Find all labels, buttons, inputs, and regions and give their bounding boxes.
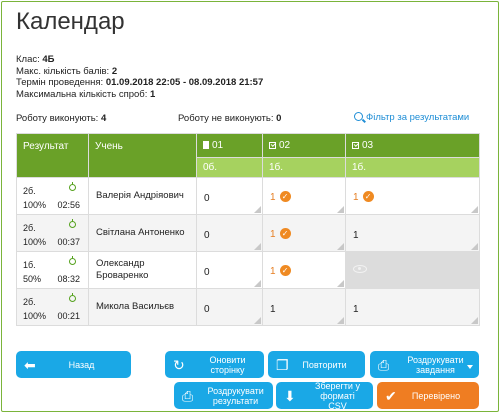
score-cell[interactable]: 0 bbox=[196, 214, 263, 252]
download-icon: ⬇ bbox=[284, 387, 296, 404]
task-max-03: 1б. bbox=[345, 157, 480, 178]
test-info: Клас: 4Б Макс. кількість балів: 2 Термін… bbox=[16, 54, 263, 100]
score-cell[interactable]: 0 bbox=[196, 177, 263, 215]
term-info: Термін проведення: 01.09.2018 22:05 - 08… bbox=[16, 77, 264, 88]
task-header-02[interactable]: 02 bbox=[262, 133, 346, 158]
print-tasks-button[interactable]: ⎙ Роздрукувати завдання bbox=[370, 351, 479, 378]
score-cell[interactable]: 0 bbox=[196, 288, 263, 326]
score-cell[interactable]: 1 ✓ bbox=[345, 177, 480, 215]
column-header-result[interactable]: Результат bbox=[16, 133, 89, 178]
result-cell: 2б. 100% 00:37 bbox=[16, 214, 89, 252]
task-max-01: 0б. bbox=[196, 157, 263, 178]
timer-icon bbox=[69, 219, 76, 228]
max-score-info: Макс. кількість балів: 2 bbox=[16, 65, 118, 77]
table-row: 2б. 100% 00:37 Світлана Антоненко 0 1 ✓ 1 bbox=[16, 214, 480, 252]
printer-icon: ⎙ bbox=[182, 387, 194, 404]
checked-icon: ✓ bbox=[362, 191, 374, 202]
checkbox-icon bbox=[269, 142, 276, 149]
resize-corner-icon bbox=[254, 317, 261, 324]
checked-button[interactable]: ✔ Перевірено bbox=[377, 382, 479, 409]
checked-icon: ✓ bbox=[279, 191, 291, 202]
refresh-button[interactable]: ↻ Оновити сторінку bbox=[165, 351, 264, 378]
repeat-button[interactable]: ❐ Повторити bbox=[268, 351, 365, 378]
resize-corner-icon bbox=[337, 206, 344, 213]
task-max-02: 1б. bbox=[262, 157, 346, 178]
score-cell[interactable]: 1 ✓ bbox=[262, 214, 346, 252]
student-name[interactable]: Валерія Андріяович bbox=[88, 177, 197, 215]
doing-count: Роботу виконують: 4 bbox=[16, 113, 107, 124]
refresh-icon: ↻ bbox=[173, 356, 185, 373]
resize-corner-icon bbox=[471, 317, 478, 324]
table-row: 2б. 100% 02:56 Валерія Андріяович 0 1 ✓ 1 ✓ bbox=[16, 177, 480, 215]
table-row: 1б. 50% 08:32 Олександр Броваренко 0 1 ✓ bbox=[16, 251, 480, 289]
checked-icon: ✓ bbox=[279, 265, 291, 276]
result-cell: 2б. 100% 00:21 bbox=[16, 288, 89, 326]
checkbox-icon bbox=[352, 142, 359, 149]
printer-icon: ⎙ bbox=[378, 356, 390, 373]
print-results-button[interactable]: ⎙ Роздрукувати результати bbox=[174, 382, 273, 409]
score-cell[interactable]: 0 bbox=[196, 251, 263, 289]
search-icon bbox=[354, 112, 363, 121]
not-doing-count: Роботу не виконують: 0 bbox=[178, 113, 282, 124]
score-cell[interactable]: 1 bbox=[345, 288, 480, 326]
resize-corner-icon bbox=[337, 280, 344, 287]
class-info: Клас: 4Б bbox=[16, 54, 55, 65]
resize-corner-icon bbox=[254, 206, 261, 213]
column-header-student[interactable]: Учень bbox=[88, 133, 197, 178]
filter-results-link[interactable]: Фільтр за результатами bbox=[354, 112, 469, 123]
page-frame: Календар Клас: 4Б Макс. кількість балів:… bbox=[1, 1, 499, 412]
attempts-info: Максимальна кількість спроб: 1 bbox=[16, 88, 156, 100]
timer-icon bbox=[69, 293, 76, 302]
score-cell-not-submitted[interactable] bbox=[345, 251, 480, 289]
score-cell[interactable]: 1 ✓ bbox=[262, 177, 346, 215]
arrow-left-icon: ⬅ bbox=[24, 356, 36, 373]
copy-icon: ❐ bbox=[276, 356, 289, 373]
check-icon: ✔ bbox=[385, 387, 397, 404]
chevron-down-icon bbox=[467, 364, 473, 369]
resize-corner-icon bbox=[337, 317, 344, 324]
table-row: 2б. 100% 00:21 Микола Васильєв 0 1 1 bbox=[16, 288, 480, 326]
student-name[interactable]: Світлана Антоненко bbox=[88, 214, 197, 252]
score-cell[interactable]: 1 bbox=[262, 288, 346, 326]
resize-corner-icon bbox=[337, 243, 344, 250]
task-header-03[interactable]: 03 bbox=[345, 133, 480, 158]
page-icon bbox=[203, 141, 209, 149]
page-title: Календар bbox=[16, 8, 125, 35]
result-cell: 1б. 50% 08:32 bbox=[16, 251, 89, 289]
student-name[interactable]: Микола Васильєв bbox=[88, 288, 197, 326]
student-name[interactable]: Олександр Броваренко bbox=[88, 251, 197, 289]
resize-corner-icon bbox=[254, 280, 261, 287]
timer-icon bbox=[69, 256, 76, 265]
task-header-01[interactable]: 01 bbox=[196, 133, 263, 158]
score-cell[interactable]: 1 ✓ bbox=[262, 251, 346, 289]
save-csv-button[interactable]: ⬇ Зберегти у форматі CSV bbox=[276, 381, 373, 411]
resize-corner-icon bbox=[254, 243, 261, 250]
resize-corner-icon bbox=[471, 243, 478, 250]
result-cell: 2б. 100% 02:56 bbox=[16, 177, 89, 215]
results-table: Результат Учень 01 02 03 0б. 1б. 1б. 2б.… bbox=[16, 133, 480, 326]
checked-icon: ✓ bbox=[279, 228, 291, 239]
score-cell[interactable]: 1 bbox=[345, 214, 480, 252]
timer-icon bbox=[69, 182, 76, 191]
resize-corner-icon bbox=[471, 206, 478, 213]
eye-icon bbox=[353, 264, 367, 273]
back-button[interactable]: ⬅ Назад bbox=[16, 351, 131, 378]
